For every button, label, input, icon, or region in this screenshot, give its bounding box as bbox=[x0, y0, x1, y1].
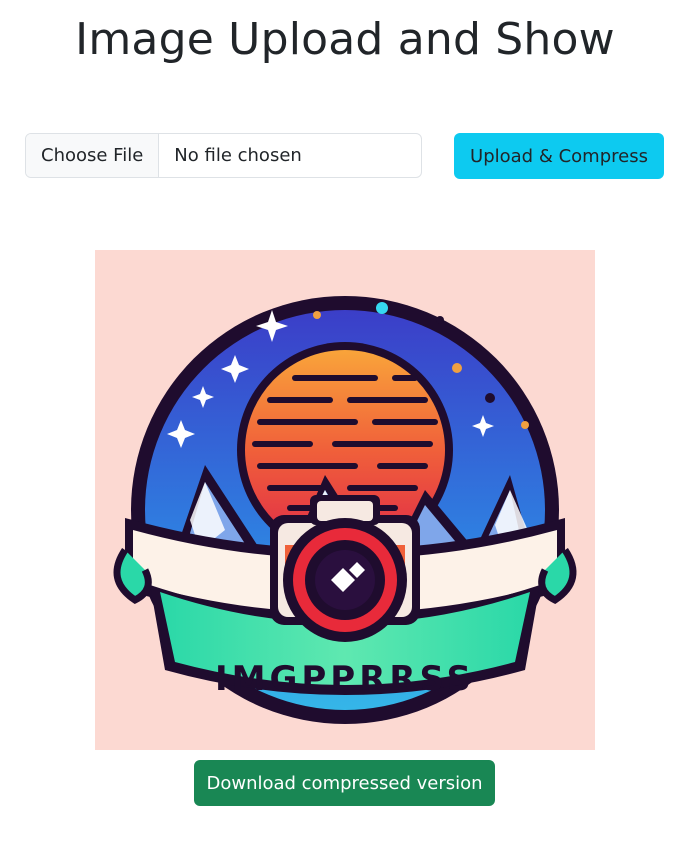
download-compressed-button[interactable]: Download compressed version bbox=[194, 760, 495, 806]
upload-compress-button[interactable]: Upload & Compress bbox=[454, 133, 664, 179]
file-status-text: No file chosen bbox=[174, 145, 302, 166]
logo-text: IMGPPRRSS bbox=[215, 659, 475, 699]
page: Image Upload and Show Choose File No fil… bbox=[0, 0, 677, 861]
choose-file-button[interactable]: Choose File bbox=[26, 134, 160, 177]
logo-image: IMGPPRRSS bbox=[113, 296, 577, 724]
file-input[interactable]: Choose File No file chosen bbox=[25, 133, 422, 178]
uploaded-image-preview: IMGPPRRSS bbox=[95, 250, 595, 750]
page-title: Image Upload and Show bbox=[75, 14, 615, 65]
